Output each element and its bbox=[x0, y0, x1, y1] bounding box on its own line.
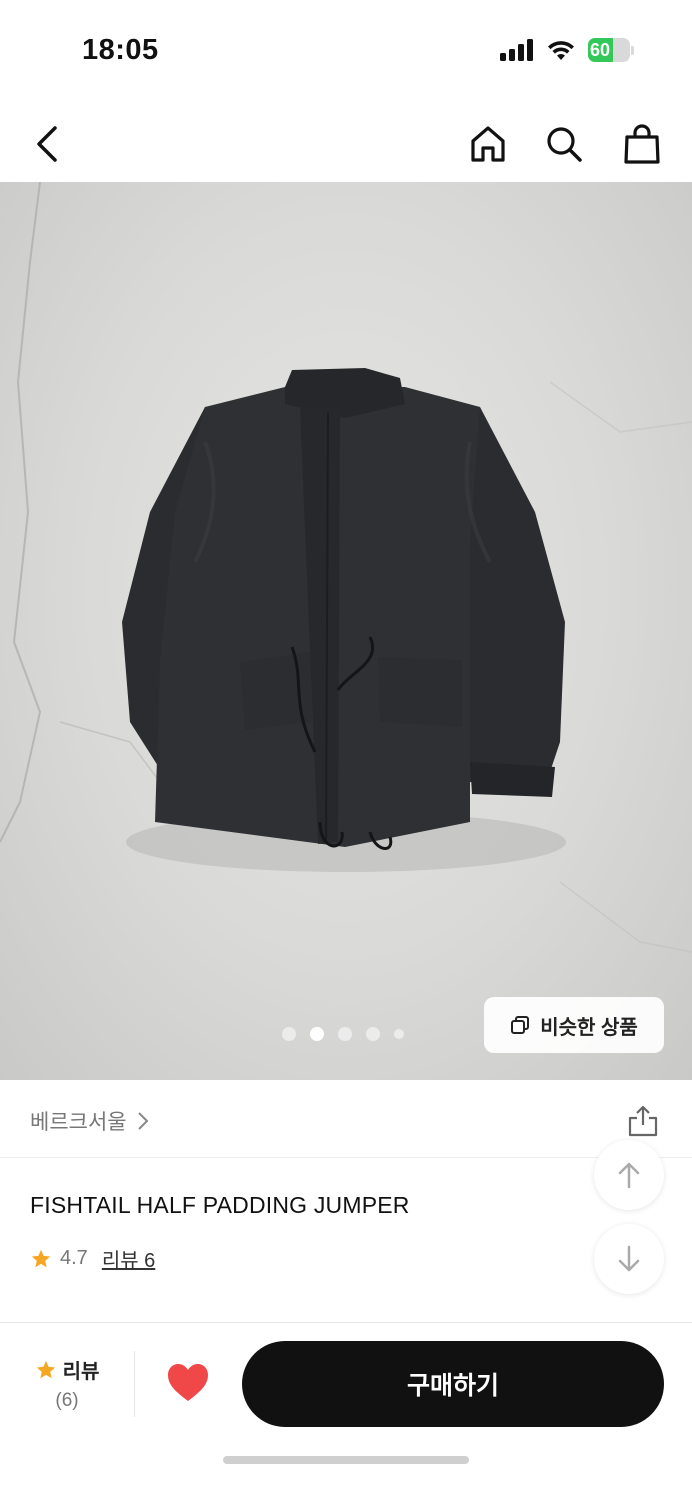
search-icon bbox=[547, 127, 582, 162]
home-button[interactable] bbox=[464, 120, 512, 168]
battery-percent: 60 bbox=[590, 40, 611, 60]
chevron-right-icon bbox=[137, 1112, 149, 1130]
share-icon[interactable] bbox=[626, 1104, 660, 1138]
copy-icon bbox=[511, 1016, 530, 1034]
wifi-icon bbox=[548, 41, 574, 60]
product-title: FISHTAIL HALF PADDING JUMPER bbox=[30, 1192, 410, 1218]
search-button[interactable] bbox=[540, 120, 588, 168]
heart-icon[interactable] bbox=[166, 1361, 210, 1405]
star-icon bbox=[31, 1249, 51, 1267]
bottom-review-count: (6) bbox=[55, 1390, 79, 1411]
signal-icon bbox=[500, 39, 533, 61]
status-bar: 18:05 60 bbox=[0, 0, 692, 100]
seller-name: 베르크서울 bbox=[30, 1111, 127, 1134]
chevron-left-icon bbox=[37, 126, 57, 162]
carousel-dot[interactable] bbox=[394, 1029, 404, 1039]
scroll-top-button[interactable] bbox=[594, 1140, 664, 1210]
similar-products-label: 비슷한 상품 bbox=[540, 1016, 638, 1039]
seller-link[interactable]: 베르크서울 bbox=[30, 1106, 149, 1136]
bottom-review-label: 리뷰 bbox=[62, 1361, 100, 1383]
star-icon bbox=[36, 1360, 55, 1378]
status-icons: 60 bbox=[500, 38, 634, 62]
product-image bbox=[0, 182, 692, 953]
buy-button[interactable]: 구매하기 bbox=[242, 1341, 664, 1427]
status-time: 18:05 bbox=[82, 34, 159, 66]
carousel-dot[interactable] bbox=[282, 1027, 296, 1041]
bottom-action-bar: 리뷰 (6) 구매하기 bbox=[0, 1322, 692, 1500]
home-indicator bbox=[223, 1456, 469, 1464]
carousel-dots bbox=[282, 1027, 404, 1041]
carousel-dot-active[interactable] bbox=[310, 1027, 324, 1041]
seller-row: 베르크서울 bbox=[0, 1082, 692, 1158]
review-link[interactable]: 리뷰 6 bbox=[102, 1244, 155, 1273]
similar-products-button[interactable]: 비슷한 상품 bbox=[484, 997, 664, 1053]
product-image-carousel[interactable]: 비슷한 상품 bbox=[0, 182, 692, 1080]
arrow-down-icon bbox=[618, 1245, 640, 1272]
scroll-bottom-button[interactable] bbox=[594, 1224, 664, 1294]
cart-button[interactable] bbox=[618, 120, 666, 168]
rating-row: 4.7 리뷰 6 bbox=[30, 1244, 155, 1273]
carousel-dot[interactable] bbox=[366, 1027, 380, 1041]
battery-indicator: 60 bbox=[588, 38, 634, 62]
nav-bar bbox=[0, 100, 692, 182]
divider bbox=[134, 1351, 135, 1417]
home-icon bbox=[471, 126, 505, 162]
back-button[interactable] bbox=[24, 120, 72, 168]
shopping-bag-icon bbox=[624, 124, 660, 164]
bottom-review-button[interactable]: 리뷰 (6) bbox=[30, 1355, 104, 1412]
arrow-up-icon bbox=[618, 1162, 640, 1189]
rating-value: 4.7 bbox=[60, 1247, 88, 1269]
carousel-dot[interactable] bbox=[338, 1027, 352, 1041]
